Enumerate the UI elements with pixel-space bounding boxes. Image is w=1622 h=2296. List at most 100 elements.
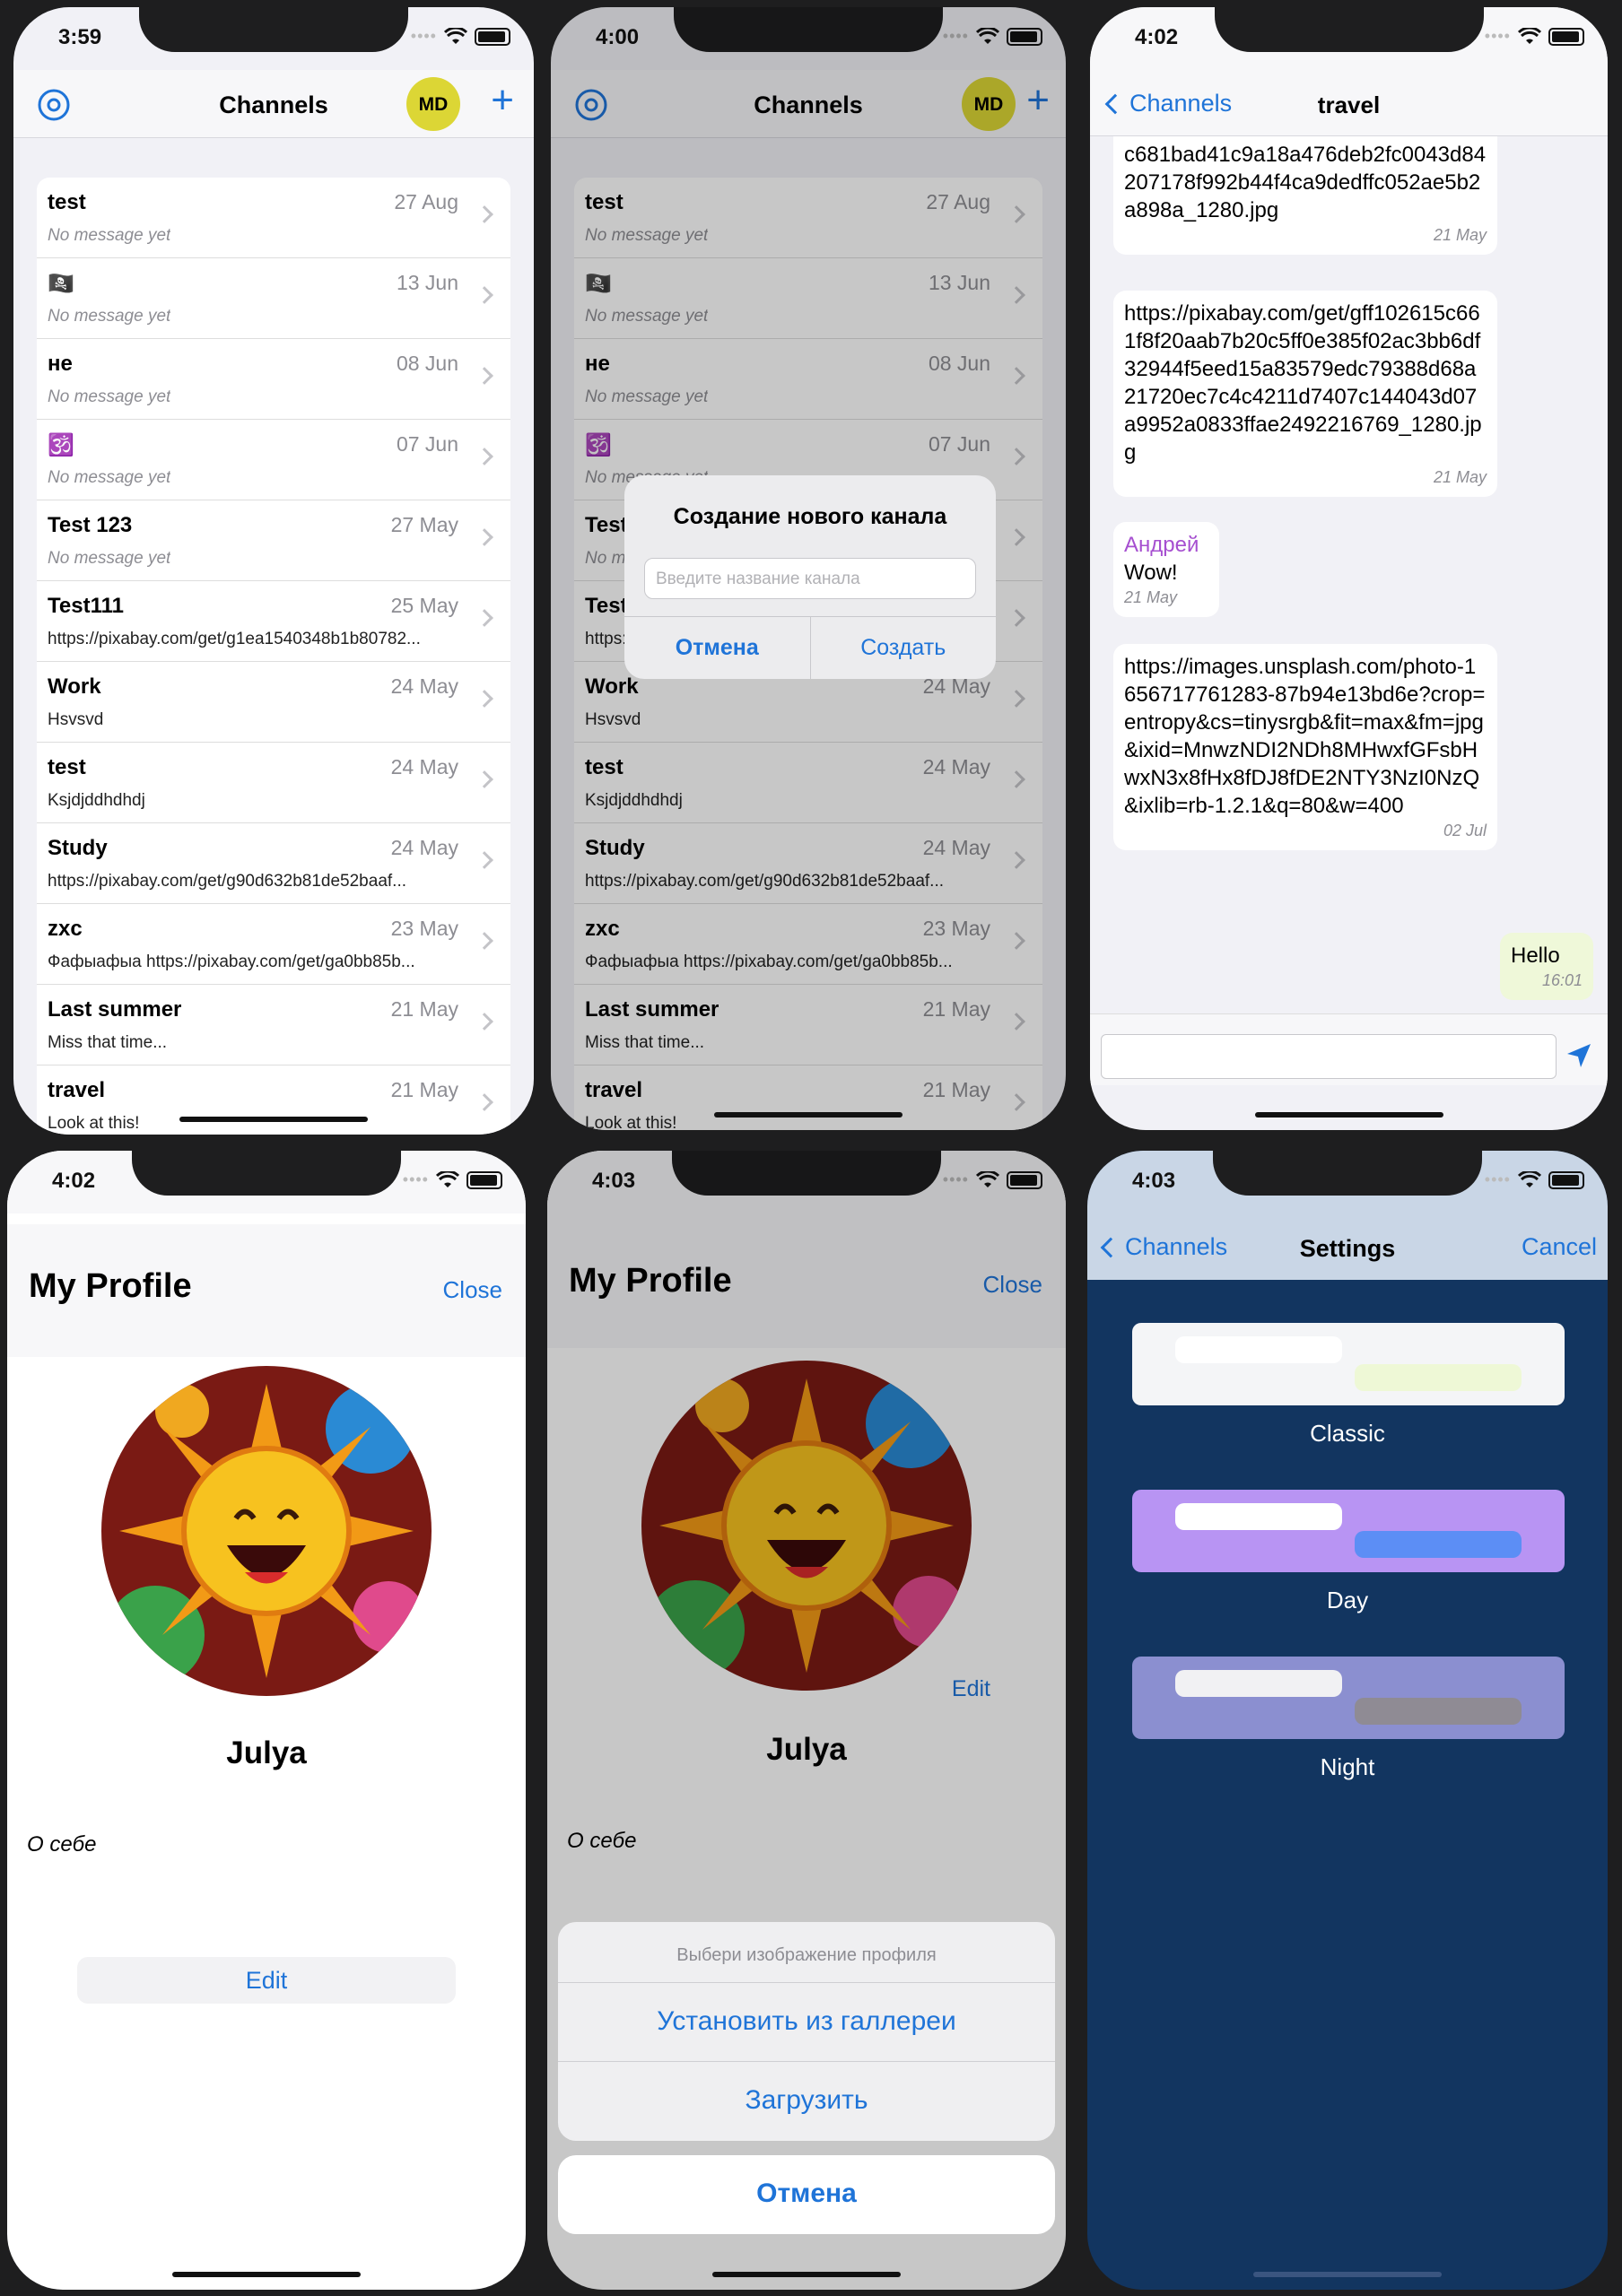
channel-row[interactable]: Test 123 27 May No message yet [37,500,510,581]
outgoing-message-bubble: Hello 16:01 [1500,933,1593,1000]
channel-date: 08 Jun [396,352,458,375]
notch [132,1151,401,1196]
profile-avatar-button[interactable]: MD [406,77,460,131]
theme-card-classic[interactable] [1132,1323,1565,1405]
message-text: Hello [1511,944,1560,968]
cancel-button[interactable]: Cancel [1522,1233,1597,1261]
channel-last-message: Hsvsvd [48,710,104,729]
channel-row[interactable]: 🏴‍☠️ 13 Jun No message yet [37,258,510,339]
nav-bar: Channels travel [1090,70,1608,136]
photo-action-sheet: Выбери изображение профиля Установить из… [558,1922,1055,2141]
channel-name-input[interactable]: Введите название канала [644,558,976,599]
channels-screen: 3:59 •••• Channels MD + test 27 Aug No mes… [13,7,534,1135]
home-indicator [712,2272,901,2277]
channel-date: 21 May [390,1078,458,1101]
preview-incoming-bubble [1175,1670,1342,1697]
preview-outgoing-bubble [1355,1531,1522,1558]
home-indicator [1254,1112,1443,1118]
channel-date: 07 Jun [396,432,458,456]
message-time: 16:01 [1541,971,1583,989]
preview-outgoing-bubble [1355,1698,1522,1725]
channel-last-message: https://pixabay.com/get/g1ea1540348b1b80… [48,630,421,648]
message-text: https://pixabay.com/get/gff102615c661f8f… [1124,301,1482,465]
nav-bar: Channels MD + [13,70,534,138]
home-indicator [1253,2272,1442,2277]
alert-title: Создание нового канала [673,504,947,529]
create-button[interactable]: Создать [811,617,997,679]
edit-button[interactable]: Edit [77,1957,456,2004]
channel-date: 24 May [390,755,458,778]
sheet-title: Выбери изображение профиля [558,1922,1055,1983]
channel-last-message: Miss that time... [48,1033,168,1052]
channel-date: 13 Jun [396,271,458,294]
channel-row[interactable]: travel 21 May Look at this! [37,1065,510,1135]
message-bubble: https://pixabay.com/get/gff102615c661f8f… [1113,291,1497,497]
create-channel-alert: Создание нового канала Введите название … [624,475,996,679]
add-channel-icon[interactable]: + [491,81,514,120]
message-bubble: Андрей Wow! 21 May [1113,522,1219,617]
theme-card-day[interactable] [1132,1490,1565,1572]
channel-name: Test111 [48,594,124,618]
channel-date: 24 May [390,836,458,859]
message-input[interactable] [1101,1034,1557,1079]
channel-name: test [48,755,86,779]
channel-row[interactable]: Test111 25 May https://pixabay.com/get/g1e… [37,581,510,662]
notch [139,7,408,52]
channel-last-message: Ksjdjddhdhdj [48,791,145,810]
channel-row[interactable]: Work 24 May Hsvsvd [37,662,510,743]
channel-last-message: Look at this! [48,1114,140,1133]
channel-date: 21 May [390,997,458,1021]
nav-bar: Channels Settings Cancel [1087,1213,1608,1280]
channel-name: не [48,352,73,376]
nav-title: travel [1317,91,1381,118]
theme-label[interactable]: Classic [1087,1420,1608,1448]
profile-avatar[interactable] [101,1366,432,1696]
channel-name: travel [48,1078,106,1102]
theme-card-night[interactable] [1132,1657,1565,1739]
channel-row[interactable]: Last summer 21 May Miss that time... [37,985,510,1065]
close-button[interactable]: Close [443,1276,502,1304]
chevron-right-icon [475,448,493,465]
channel-date: 27 Aug [394,190,458,213]
chevron-right-icon [475,1093,493,1111]
message-text: https://images.unsplash.com/photo-165671… [1124,655,1486,818]
home-indicator [172,2272,361,2277]
channel-name: 🕉️ [48,433,74,457]
theme-label[interactable]: Night [1087,1753,1608,1781]
channel-row[interactable]: Study 24 May https://pixabay.com/get/g90d6… [37,823,510,904]
sheet-cancel-button[interactable]: Отмена [558,2155,1055,2234]
chat-screen: 802f10faef20f9d38aa8181fcafc4a9cec681bad… [1090,7,1608,1130]
theme-label[interactable]: Day [1087,1587,1608,1614]
preview-outgoing-bubble [1355,1364,1522,1391]
battery-icon [1548,27,1584,46]
notch [1213,1151,1482,1196]
channel-row[interactable]: test 24 May Ksjdjddhdhdj [37,743,510,823]
channel-row[interactable]: не 08 Jun No message yet [37,339,510,420]
channel-row[interactable]: 🕉️ 07 Jun No message yet [37,420,510,500]
settings-screen: 4:03 •••• Channels Settings Cancel Class… [1087,1151,1608,2290]
channel-name: Study [48,836,108,860]
notch [1214,7,1484,52]
choose-from-gallery-button[interactable]: Установить из галлереи [558,1983,1055,2062]
message-author: Андрей [1124,533,1199,557]
battery-icon [475,27,510,46]
message-time: 21 May [1433,468,1487,486]
send-icon[interactable] [1565,1041,1593,1070]
chevron-right-icon [475,609,493,627]
channel-date: 25 May [390,594,458,617]
chevron-right-icon [475,851,493,869]
wifi-icon [444,27,467,44]
chevron-right-icon [475,286,493,304]
about-text: О себе [27,1832,97,1857]
profile-photo-sheet-screen: 4:03 •••• My Profile Close Edit Julya О … [547,1151,1066,2290]
channel-last-message: No message yet [48,549,171,568]
message-bubble: https://images.unsplash.com/photo-165671… [1113,644,1497,850]
channel-row[interactable]: zxc 23 May Фафыафыа https://pixabay.com/ge… [37,904,510,985]
download-button[interactable]: Загрузить [558,2062,1055,2141]
channel-row[interactable]: test 27 Aug No message yet [37,178,510,258]
battery-icon [467,1170,502,1189]
wifi-icon [1518,1170,1541,1187]
cancel-button[interactable]: Отмена [624,617,811,679]
channel-name: zxc [48,917,83,941]
preview-incoming-bubble [1175,1336,1342,1363]
